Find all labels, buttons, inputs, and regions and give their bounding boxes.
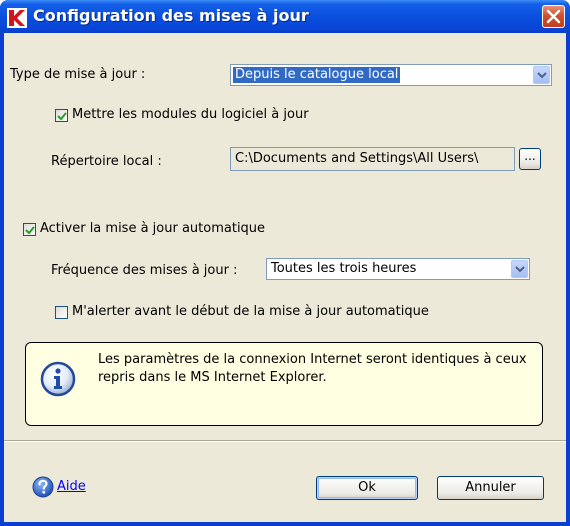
checkmark-icon <box>57 112 67 121</box>
help-link[interactable]: Aide <box>57 479 86 494</box>
checkmark-icon <box>25 226 35 235</box>
frequency-value: Toutes les trois heures <box>271 261 417 276</box>
help-icon[interactable] <box>32 476 54 502</box>
info-icon <box>40 361 76 401</box>
update-type-value: Depuis le catalogue local <box>233 67 401 83</box>
info-text: Les paramètres de la connexion Internet … <box>98 352 527 385</box>
frequency-label: Fréquence des mises à jour : <box>51 263 238 278</box>
local-dir-value: C:\Documents and Settings\All Users\ <box>235 151 479 166</box>
close-button[interactable] <box>542 5 565 28</box>
title-bar[interactable]: Configuration des mises à jour <box>0 0 570 33</box>
alert-before-label: M'alerter avant le début de la mise à jo… <box>72 304 429 319</box>
separator <box>4 440 566 442</box>
auto-update-label: Activer la mise à jour automatique <box>40 221 266 236</box>
window-title: Configuration des mises à jour <box>33 6 309 25</box>
frequency-select[interactable]: Toutes les trois heures <box>266 258 530 280</box>
update-type-select[interactable]: Depuis le catalogue local <box>230 64 552 86</box>
kaspersky-k-icon <box>7 8 27 28</box>
dropdown-arrow-icon[interactable] <box>511 260 528 278</box>
alert-before-checkbox[interactable] <box>55 306 68 319</box>
update-modules-label: Mettre les modules du logiciel à jour <box>72 107 309 122</box>
dialog-window: Configuration des mises à jour Type de m… <box>0 0 570 526</box>
dropdown-arrow-icon[interactable] <box>533 66 550 84</box>
local-dir-label: Répertoire local : <box>51 154 162 169</box>
cancel-button[interactable]: Annuler <box>437 476 544 500</box>
auto-update-checkbox[interactable] <box>23 223 36 236</box>
close-icon <box>546 9 561 24</box>
info-box: Les paramètres de la connexion Internet … <box>25 342 543 426</box>
ok-button[interactable]: Ok <box>316 476 418 500</box>
dialog-content: Type de mise à jour : Depuis le catalogu… <box>4 33 566 522</box>
browse-button[interactable]: ... <box>519 148 541 170</box>
local-dir-field[interactable]: C:\Documents and Settings\All Users\ <box>230 147 515 171</box>
update-modules-checkbox[interactable] <box>55 109 68 122</box>
update-type-label: Type de mise à jour : <box>10 67 146 82</box>
